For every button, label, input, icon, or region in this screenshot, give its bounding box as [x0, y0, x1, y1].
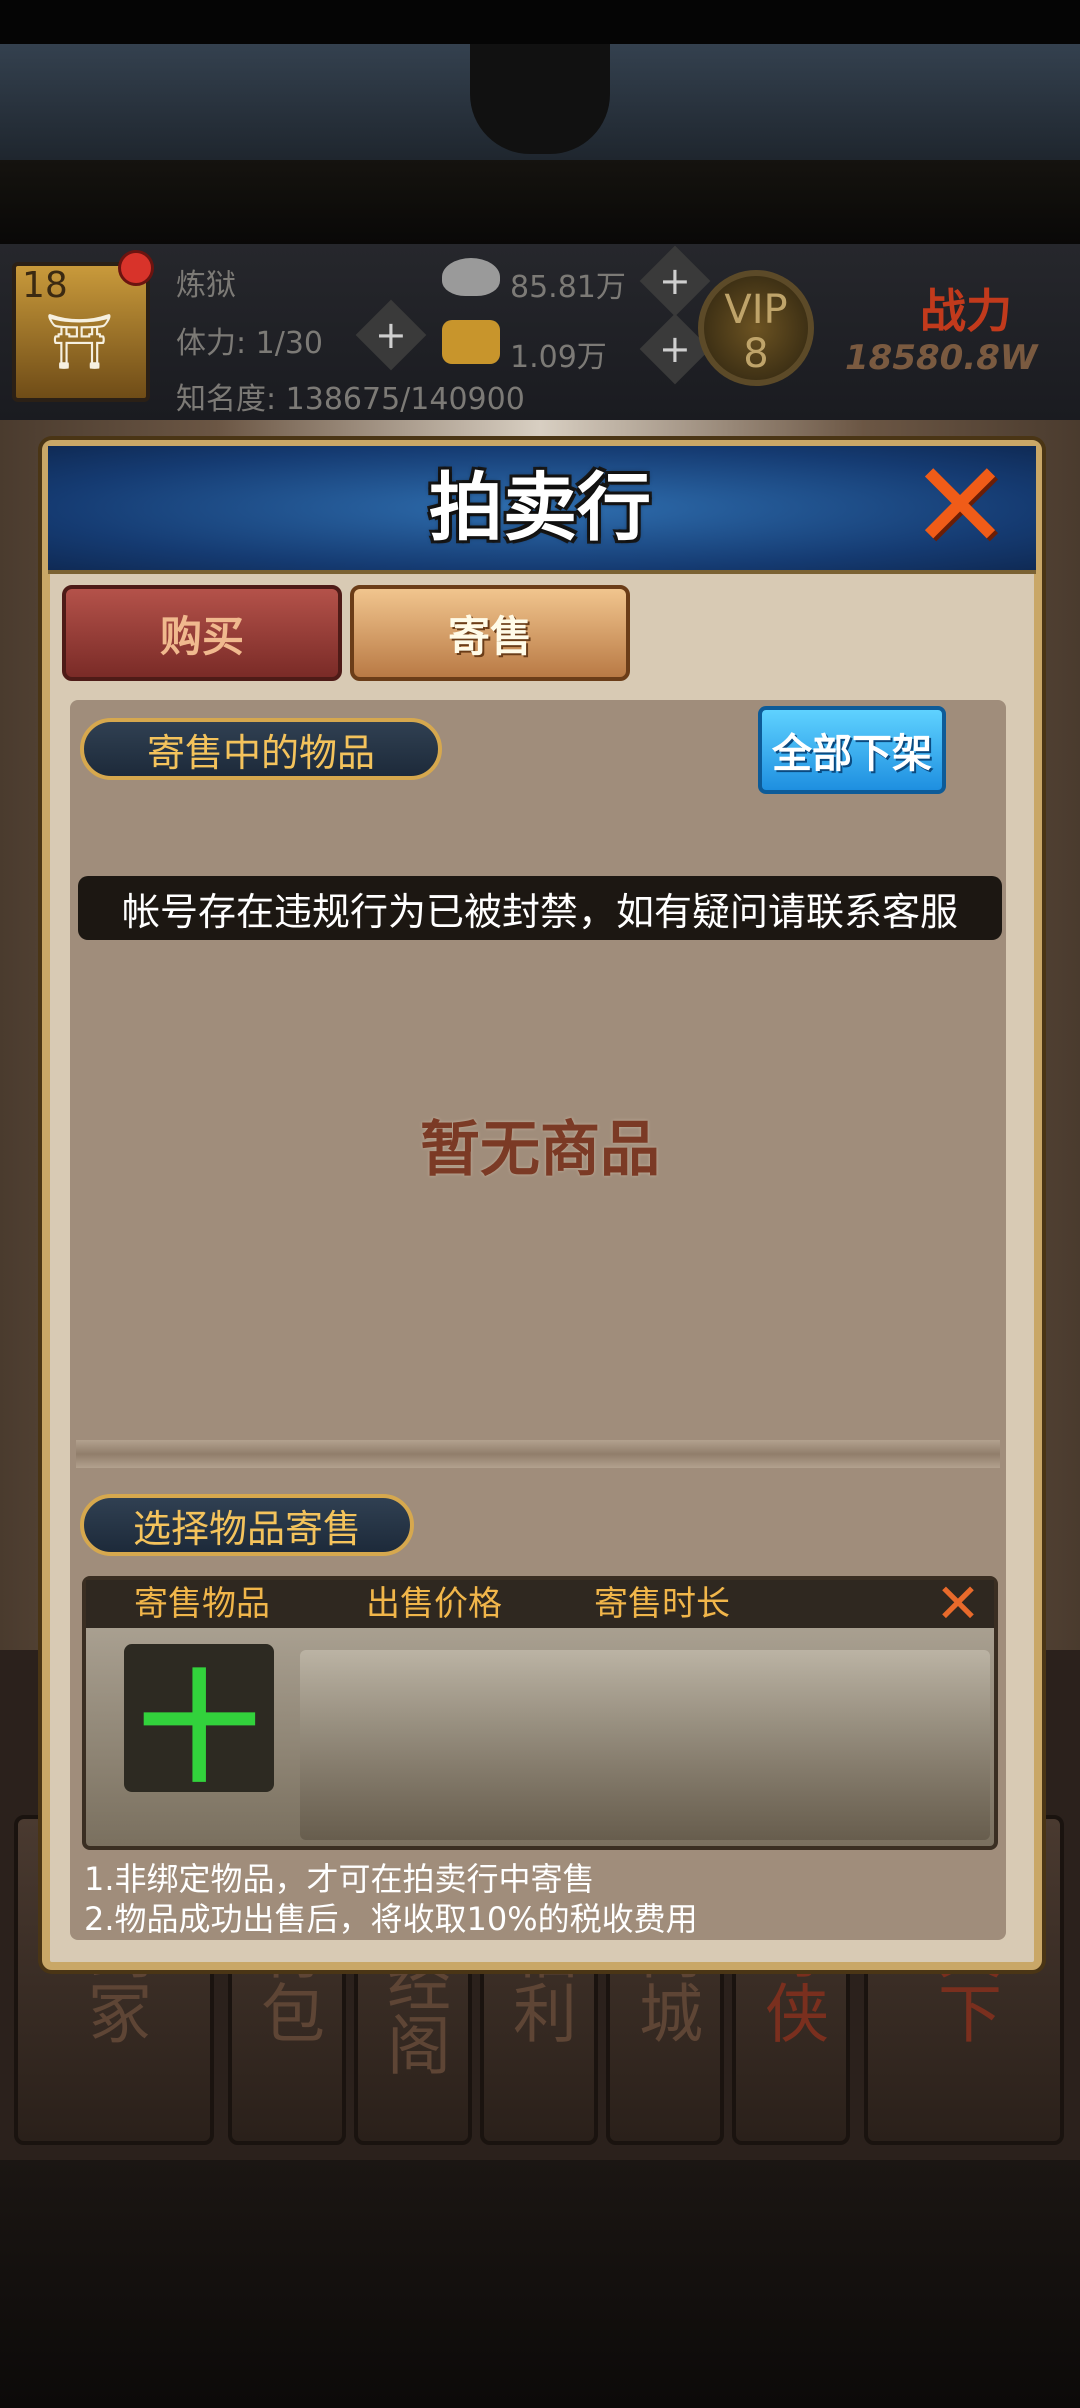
- player-name: 炼狱: [176, 268, 236, 303]
- gold-amount: 1.09万: [510, 340, 607, 375]
- player-level: 18: [22, 265, 68, 306]
- fame-text: 知名度: 138675/140900: [176, 382, 525, 417]
- silver-amount: 85.81万: [510, 270, 626, 305]
- silver-ingot-icon: [442, 258, 500, 296]
- pagoda-icon: ⛩: [45, 310, 114, 373]
- column-item: 寄售物品: [134, 1584, 270, 1624]
- notification-dot-icon: [118, 250, 154, 286]
- select-item-heading: 选择物品寄售: [80, 1494, 414, 1556]
- column-price: 出售价格: [366, 1584, 502, 1624]
- top-bar: [0, 0, 1080, 44]
- tab-buy[interactable]: 购买: [62, 585, 342, 681]
- power-value: 18580.8W: [845, 338, 1038, 378]
- vip-badge[interactable]: VIP 8: [698, 270, 814, 386]
- add-item-button[interactable]: 十: [124, 1644, 274, 1799]
- gold-ingot-icon: [442, 320, 500, 364]
- modal-title: 拍卖行: [429, 465, 651, 551]
- column-duration: 寄售时长: [594, 1584, 730, 1624]
- vip-label: VIP: [724, 287, 788, 333]
- clear-selection-icon[interactable]: ✕: [930, 1576, 986, 1632]
- close-button[interactable]: ✕: [905, 447, 1015, 567]
- ban-notice-toast: 帐号存在违规行为已被封禁，如有疑问请联系客服: [78, 876, 1002, 940]
- eave-background: [0, 160, 1080, 244]
- footer-bar: [0, 2160, 1080, 2408]
- section-divider: [76, 1440, 1000, 1468]
- rule-line-2: 2.物品成功出售后，将收取10%的税收费用: [84, 1900, 698, 1938]
- tab-sell[interactable]: 寄售: [350, 585, 630, 681]
- delist-all-button[interactable]: 全部下架: [758, 706, 946, 794]
- power-label: 战力: [920, 284, 1012, 338]
- empty-items-text: 暂无商品: [420, 1115, 660, 1185]
- table-scene-image: [300, 1650, 990, 1840]
- stamina-text: 体力: 1/30: [176, 326, 324, 361]
- vip-level: 8: [743, 331, 769, 377]
- roof-ornament: [470, 44, 610, 154]
- consigned-items-heading: 寄售中的物品: [80, 718, 442, 780]
